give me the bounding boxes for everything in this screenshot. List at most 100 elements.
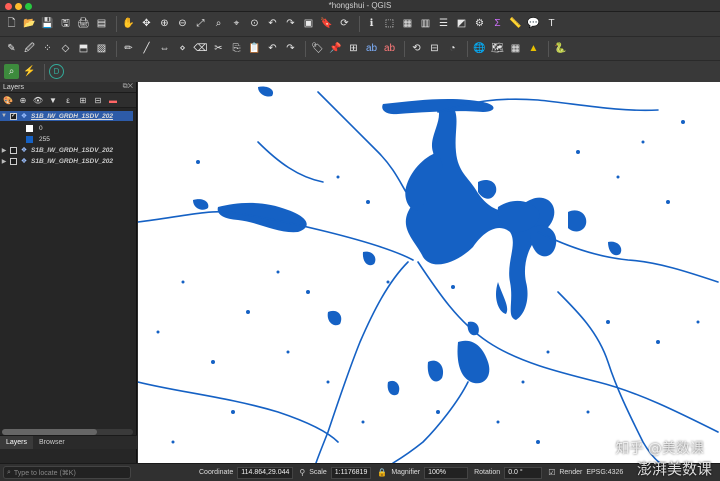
filter-legend-icon[interactable]: ▼: [48, 95, 58, 105]
new-project-icon[interactable]: 🗋: [4, 17, 19, 32]
statistics-sum-icon[interactable]: Σ: [490, 17, 505, 32]
field-calculator-icon[interactable]: ▥: [418, 17, 433, 32]
paste-features-icon[interactable]: 📋: [247, 41, 262, 56]
plugin-d-icon[interactable]: D: [49, 64, 64, 79]
visibility-eye-icon[interactable]: 👁: [33, 95, 43, 105]
zoom-native-icon[interactable]: ⊙: [247, 17, 262, 32]
add-group-icon[interactable]: ⊕: [18, 95, 28, 105]
collapse-arrow-icon[interactable]: ▼: [0, 113, 8, 119]
render-checkbox[interactable]: ☑: [548, 468, 555, 477]
add-wfs-icon[interactable]: ▦: [508, 41, 523, 56]
minimize-window-button[interactable]: [15, 3, 22, 10]
open-project-icon[interactable]: 📂: [22, 17, 37, 32]
edit-pencil-icon[interactable]: ✏: [121, 41, 136, 56]
save-as-icon[interactable]: 🖫: [58, 17, 73, 32]
bookmark-icon[interactable]: 🔖: [319, 17, 334, 32]
node-tool-icon[interactable]: ⋄: [175, 41, 190, 56]
zoom-to-selection-icon[interactable]: ⌕: [211, 17, 226, 32]
filter-expression-icon[interactable]: ε: [63, 95, 73, 105]
locator-search-input[interactable]: ⌕ Type to locate (⌘K): [3, 466, 131, 479]
identify-icon[interactable]: ℹ: [364, 17, 379, 32]
expand-arrow-icon[interactable]: ▶: [0, 158, 8, 165]
map-canvas[interactable]: [138, 82, 720, 463]
warning-icon[interactable]: ▲: [526, 41, 541, 56]
new-map-view-icon[interactable]: ▣: [301, 17, 316, 32]
add-feature-icon[interactable]: ◇: [58, 41, 73, 56]
select-features-icon[interactable]: ⬚: [382, 17, 397, 32]
label-abc-icon[interactable]: ab: [364, 41, 379, 56]
locator-search-icon[interactable]: ⌕: [4, 64, 19, 79]
layer-row[interactable]: ▶ ❖ S1B_IW_GRDH_1SDV_202: [0, 156, 133, 166]
layer-visibility-checkbox[interactable]: [10, 157, 17, 165]
undo-icon[interactable]: ↶: [265, 41, 280, 56]
pin-labels-icon[interactable]: 📌: [328, 41, 343, 56]
zoom-out-icon[interactable]: ⊖: [175, 17, 190, 32]
new-layer-icon[interactable]: ⬒: [76, 41, 91, 56]
toggle-extents-icon[interactable]: ⚲: [299, 468, 305, 477]
zoom-last-icon[interactable]: ↶: [265, 17, 280, 32]
deselect-icon[interactable]: ▦: [400, 17, 415, 32]
show-labels-icon[interactable]: ⊞: [346, 41, 361, 56]
current-edits-icon[interactable]: ✎: [4, 41, 19, 56]
layer-visibility-checkbox[interactable]: ✓: [10, 112, 17, 120]
layers-toolbar: 🎨 ⊕ 👁 ▼ ε ⊞ ⊟ ▬: [0, 93, 136, 108]
search-icon: ⌕: [7, 468, 11, 476]
tab-browser[interactable]: Browser: [33, 436, 71, 449]
change-label-icon[interactable]: ⊟: [427, 41, 442, 56]
lock-scale-icon[interactable]: 🔒: [377, 468, 387, 477]
zoom-to-layer-icon[interactable]: ⌖: [229, 17, 244, 32]
zoom-next-icon[interactable]: ↷: [283, 17, 298, 32]
expand-all-icon[interactable]: ⊞: [78, 95, 88, 105]
layer-row[interactable]: ▼ ✓ ❖ S1B_IW_GRDH_1SDV_202: [0, 111, 133, 121]
refresh-icon[interactable]: ⟳: [337, 17, 352, 32]
coordinate-field[interactable]: 114.864,29.044: [237, 466, 294, 479]
copy-features-icon[interactable]: ⎘: [229, 41, 244, 56]
zoom-full-icon[interactable]: ⤢: [193, 17, 208, 32]
label-abc-red-icon[interactable]: ab: [382, 41, 397, 56]
diagram-icon[interactable]: ◔: [445, 41, 460, 56]
pan-hand-icon[interactable]: ✋: [121, 17, 136, 32]
remove-layer-icon[interactable]: ▬: [108, 95, 118, 105]
pan-to-selection-icon[interactable]: ✥: [139, 17, 154, 32]
edit-line-icon[interactable]: ╱: [139, 41, 154, 56]
cut-features-icon[interactable]: ✂: [211, 41, 226, 56]
panel-float-close-icon[interactable]: ⧉✕: [123, 83, 133, 91]
collapse-all-icon[interactable]: ⊟: [93, 95, 103, 105]
layer-visibility-checkbox[interactable]: [10, 146, 17, 154]
label-tool-icon[interactable]: 🏷: [310, 41, 325, 56]
add-wms-icon[interactable]: 🗺: [490, 41, 505, 56]
python-console-icon[interactable]: 🐍: [553, 41, 568, 56]
layer-row[interactable]: ▶ ❖ S1B_IW_GRDH_1SDV_202: [0, 145, 133, 155]
crs-label[interactable]: EPSG:4326: [586, 469, 623, 476]
magnifier-field[interactable]: 100%: [424, 466, 469, 479]
zoom-in-icon[interactable]: ⊕: [157, 17, 172, 32]
toggle-editing-icon[interactable]: 🖉: [22, 41, 37, 56]
web-services-icon[interactable]: 🌐: [472, 41, 487, 56]
attribute-table-icon[interactable]: ☰: [436, 17, 451, 32]
vertex-tool-icon[interactable]: ⁘: [40, 41, 55, 56]
expand-arrow-icon[interactable]: ▶: [0, 147, 8, 154]
layers-panel-header: Layers ⧉✕: [0, 82, 136, 93]
delete-selected-icon[interactable]: ⌫: [193, 41, 208, 56]
maximize-window-button[interactable]: [25, 3, 32, 10]
rotation-field[interactable]: 0.0 °: [504, 466, 543, 479]
clear-selection-icon[interactable]: ◩: [454, 17, 469, 32]
rotate-label-icon[interactable]: ⟲: [409, 41, 424, 56]
map-tips-icon[interactable]: 💬: [526, 17, 541, 32]
plugins-toolbar: ⌕ ⚡ D: [0, 60, 720, 82]
scale-field[interactable]: 1:1176819: [330, 466, 372, 479]
map-swipe-icon[interactable]: ⚡: [22, 64, 37, 79]
close-window-button[interactable]: [5, 3, 12, 10]
move-feature-icon[interactable]: ⇔: [157, 41, 172, 56]
print-layout-icon[interactable]: 🖨: [76, 17, 91, 32]
text-annotation-icon[interactable]: T: [544, 17, 559, 32]
layout-manager-icon[interactable]: ▤: [94, 17, 109, 32]
style-manager-icon[interactable]: ▨: [94, 41, 109, 56]
tab-layers[interactable]: Layers: [0, 436, 34, 449]
magnifier-label: Magnifier: [391, 469, 421, 476]
redo-icon[interactable]: ↷: [283, 41, 298, 56]
style-layers-icon[interactable]: 🎨: [3, 95, 13, 105]
save-project-icon[interactable]: 💾: [40, 17, 55, 32]
measure-icon[interactable]: 📏: [508, 17, 523, 32]
settings-gear-icon[interactable]: ⚙: [472, 17, 487, 32]
